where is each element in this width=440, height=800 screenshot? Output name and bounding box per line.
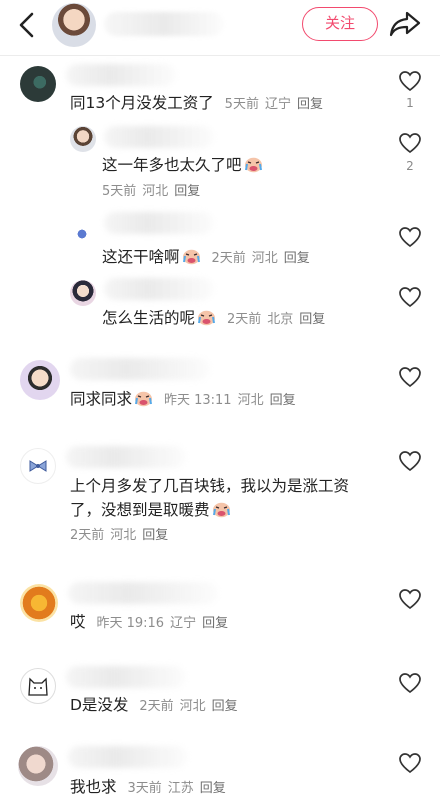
like-count: 2 — [406, 159, 414, 173]
commenter-name-blurred — [68, 746, 188, 768]
comment-meta: 5天前 辽宁 回复 — [224, 97, 323, 112]
crying-emoji — [135, 391, 153, 407]
chevron-left-icon[interactable] — [14, 10, 40, 40]
like-count: 1 — [406, 96, 414, 110]
heart-icon[interactable] — [398, 70, 422, 92]
comment-meta: 昨天 19:16 辽宁 回复 — [96, 616, 229, 631]
reply-button[interactable]: 回复 — [297, 97, 323, 112]
comment-text: 上个月多发了几百块钱，我以为是涨工资了，没想到是取暖费 — [70, 477, 350, 519]
commenter-name-blurred — [66, 446, 186, 468]
commenter-name-blurred — [104, 126, 214, 148]
reply-button[interactable]: 回复 — [200, 781, 226, 796]
comment-text: 这还干啥啊 2天前 河北 回复 — [102, 246, 316, 269]
commenter-name-blurred — [70, 358, 210, 380]
comment-meta: 2天前 河北 回复 — [70, 528, 169, 543]
commenter-avatar[interactable] — [70, 126, 96, 152]
commenter-name-blurred — [66, 64, 176, 86]
comment-text: 哎 昨天 19:16 辽宁 回复 — [70, 611, 234, 634]
commenter-avatar[interactable] — [20, 360, 60, 400]
reply-button[interactable]: 回复 — [212, 699, 238, 714]
heart-icon[interactable] — [398, 132, 422, 154]
heart-icon[interactable] — [398, 752, 422, 774]
comment-text: D是没发 2天前 河北 回复 — [70, 694, 244, 717]
heart-icon[interactable] — [398, 286, 422, 308]
heart-icon[interactable] — [398, 588, 422, 610]
commenter-name-blurred — [104, 212, 214, 234]
comment-text: 这一年多也太久了吧 — [102, 154, 263, 176]
crying-emoji — [198, 310, 216, 326]
comment-text: 同求同求 昨天 13:11 河北 回复 — [70, 388, 302, 411]
comment-text: 同13个月没发工资了 5天前 辽宁 回复 — [70, 92, 329, 115]
commenter-avatar[interactable] — [70, 280, 96, 306]
heart-icon[interactable] — [398, 672, 422, 694]
commenter-name-blurred — [68, 582, 218, 604]
commenter-name-blurred — [66, 666, 186, 688]
comment-meta: 3天前 江苏 回复 — [127, 781, 226, 796]
commenter-avatar[interactable] — [20, 584, 58, 622]
crying-emoji — [182, 249, 200, 265]
comment-meta: 2天前 河北 回复 — [139, 699, 238, 714]
commenter-avatar[interactable] — [70, 222, 94, 246]
comment-meta: 昨天 13:11 河北 回复 — [163, 393, 296, 408]
reply-button[interactable]: 回复 — [284, 251, 310, 266]
comment-meta: 2天前 河北 回复 — [211, 251, 310, 266]
commenter-avatar[interactable] — [20, 66, 56, 102]
author-name-blurred — [104, 12, 224, 36]
comment-meta: 5天前 河北 回复 — [102, 184, 201, 199]
reply-button[interactable]: 回复 — [270, 393, 296, 408]
share-arrow-icon[interactable] — [388, 9, 422, 39]
commenter-avatar[interactable] — [18, 746, 58, 786]
crying-emoji — [212, 502, 230, 518]
commenter-avatar[interactable] — [20, 668, 56, 704]
commenter-avatar[interactable] — [20, 448, 56, 484]
heart-icon[interactable] — [398, 450, 422, 472]
comment-text: 怎么生活的呢 2天前 北京 回复 — [102, 307, 331, 330]
top-bar: 关注 — [0, 0, 440, 52]
author-avatar[interactable] — [52, 3, 96, 47]
reply-button[interactable]: 回复 — [174, 184, 200, 199]
crying-emoji — [244, 157, 262, 173]
reply-button[interactable]: 回复 — [299, 312, 325, 327]
commenter-name-blurred — [104, 278, 214, 300]
bow-icon — [29, 460, 47, 472]
follow-button[interactable]: 关注 — [302, 7, 378, 41]
cat-sketch-icon — [28, 677, 48, 696]
reply-button[interactable]: 回复 — [202, 616, 228, 631]
heart-icon[interactable] — [398, 226, 422, 248]
comment-meta: 2天前 北京 回复 — [226, 312, 326, 327]
comment-text: 我也求 3天前 江苏 回复 — [70, 776, 232, 799]
reply-button[interactable]: 回复 — [142, 528, 168, 543]
heart-icon[interactable] — [398, 366, 422, 388]
header-divider — [0, 55, 440, 56]
